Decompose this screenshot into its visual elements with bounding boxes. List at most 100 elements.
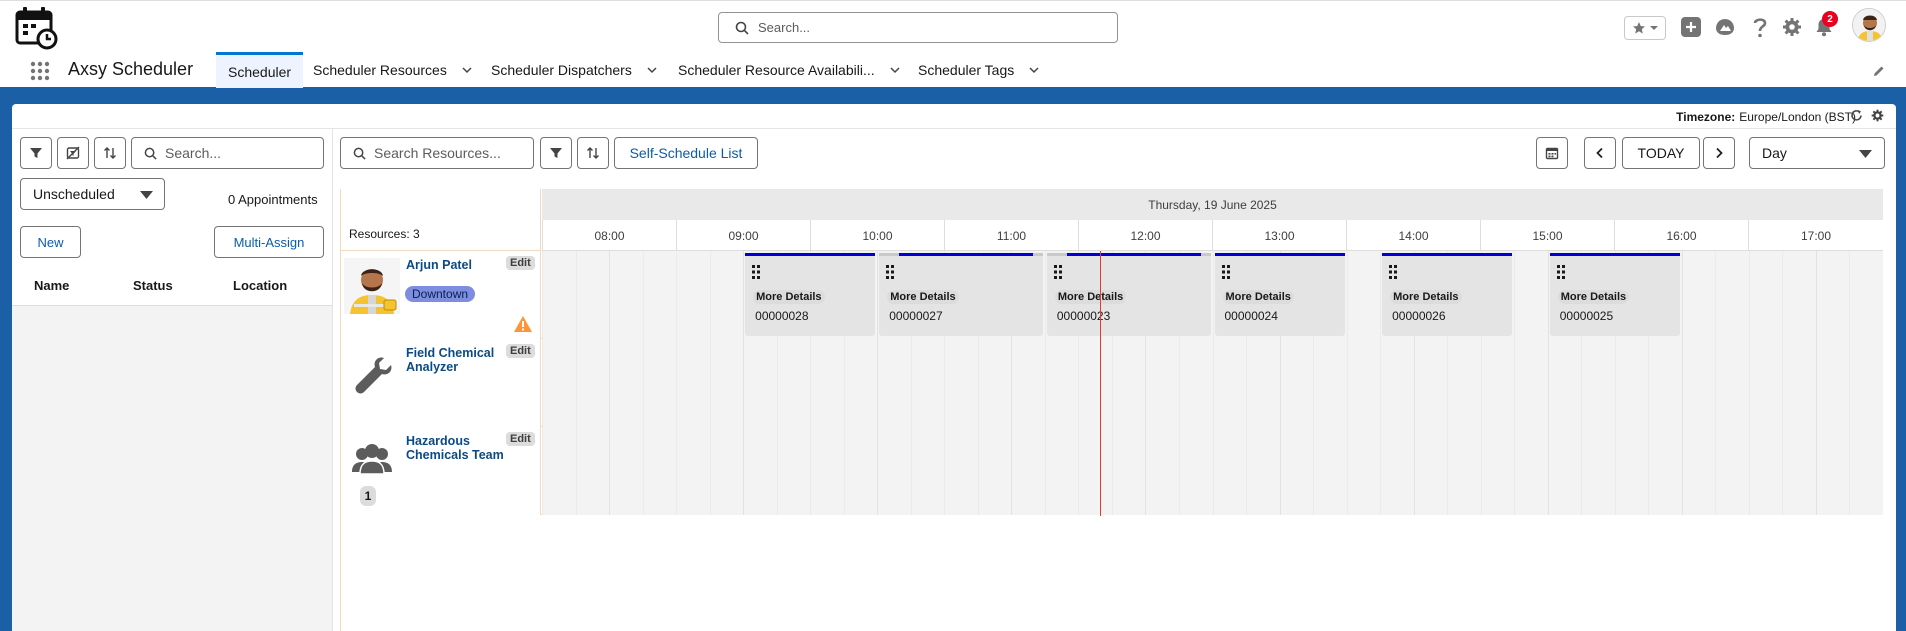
quarter-grid-line (1782, 251, 1784, 339)
gear-icon[interactable] (1871, 109, 1884, 122)
appointment-card[interactable]: More Details 00000024 (1214, 253, 1345, 336)
appointment-search-input[interactable]: Search... (131, 137, 324, 169)
hour-label: 13:00 (1212, 220, 1346, 251)
unscheduled-list (12, 305, 332, 631)
quarter-grid-line (776, 427, 778, 515)
appointment-number: 00000024 (1224, 309, 1278, 323)
favorites-button[interactable] (1624, 16, 1666, 40)
tab-scheduler[interactable]: Scheduler (216, 52, 304, 88)
appointment-card[interactable]: More Details 00000028 (745, 253, 876, 336)
tab-scheduler-resources[interactable]: Scheduler Resources (313, 52, 473, 88)
global-search-input[interactable]: Search... (718, 12, 1118, 43)
app-launcher-icon[interactable] (30, 61, 50, 81)
quarter-grid-line (1480, 427, 1482, 515)
notification-count-badge: 2 (1822, 11, 1838, 27)
quarter-grid-line (1581, 427, 1583, 515)
search-icon (735, 21, 749, 35)
edit-resource-button[interactable]: Edit (506, 432, 535, 446)
quarter-grid-line (1748, 427, 1750, 515)
drag-handle-icon[interactable] (1053, 265, 1062, 279)
quarter-grid-line (1581, 339, 1583, 427)
column-header-status[interactable]: Status (133, 278, 173, 293)
multi-assign-button[interactable]: Multi-Assign (214, 226, 324, 258)
more-details-button[interactable]: More Details (1054, 290, 1127, 304)
quarter-grid-line (676, 339, 678, 427)
edit-resource-button[interactable]: Edit (506, 344, 535, 358)
view-mode-select[interactable]: Day (1749, 137, 1885, 169)
quarter-grid-line (977, 339, 979, 427)
quarter-grid-line (810, 427, 812, 515)
hide-scheduled-button[interactable] (57, 137, 89, 169)
more-details-button[interactable]: More Details (1222, 290, 1294, 304)
resource-timeline-lane[interactable] (542, 427, 1883, 515)
help-button[interactable] (1749, 10, 1771, 44)
quarter-grid-line (1044, 427, 1046, 515)
next-day-button[interactable] (1703, 137, 1735, 169)
sort-button[interactable] (94, 137, 126, 169)
more-details-button[interactable]: More Details (1557, 290, 1630, 304)
date-picker-button[interactable] (1536, 137, 1568, 169)
appointment-card[interactable]: More Details 00000026 (1382, 253, 1513, 336)
quarter-grid-line (1782, 427, 1784, 515)
global-search-placeholder: Search... (758, 20, 811, 35)
chevron-down-icon[interactable] (461, 64, 473, 76)
quarter-grid-line (709, 427, 711, 515)
quarter-grid-line (1044, 339, 1046, 427)
appointment-card[interactable]: More Details 00000027 (879, 253, 1043, 336)
self-schedule-list-button[interactable]: Self-Schedule List (614, 137, 758, 169)
hour-grid-line (1815, 251, 1817, 339)
tab-scheduler-dispatchers[interactable]: Scheduler Dispatchers (491, 52, 658, 88)
resource-name[interactable]: Hazardous Chemicals Team (406, 434, 506, 462)
previous-day-button[interactable] (1584, 137, 1616, 169)
appointment-card[interactable]: More Details 00000023 (1046, 253, 1211, 336)
appointment-card[interactable]: More Details 00000025 (1549, 253, 1680, 336)
column-header-name[interactable]: Name (34, 278, 69, 293)
more-details-button[interactable]: More Details (1390, 290, 1462, 304)
tab-scheduler-resource-availability[interactable]: Scheduler Resource Availabili... (678, 52, 901, 88)
drag-handle-icon[interactable] (1389, 265, 1398, 279)
edit-nav-pencil-icon[interactable] (1872, 64, 1886, 78)
drag-handle-icon[interactable] (1556, 265, 1565, 279)
quarter-grid-line (1648, 427, 1650, 515)
hour-grid-line (1145, 339, 1147, 427)
tab-scheduler-tags[interactable]: Scheduler Tags (918, 52, 1040, 88)
resource-timeline-lane[interactable] (542, 339, 1883, 427)
resource-name[interactable]: Arjun Patel (406, 258, 506, 272)
appointment-filter-select[interactable]: Unscheduled (20, 178, 165, 210)
quarter-grid-line (1313, 339, 1315, 427)
quarter-grid-line (1715, 251, 1717, 339)
drag-handle-icon[interactable] (752, 265, 761, 279)
trailhead-button[interactable] (1713, 10, 1737, 44)
setup-button[interactable] (1781, 10, 1803, 44)
resource-cell: Field Chemical Analyzer Edit (341, 339, 541, 427)
resource-timeline-lane[interactable]: More Details 00000028 More Details 00000027… (542, 251, 1883, 339)
new-appointment-button[interactable]: New (20, 226, 81, 258)
quarter-grid-line (575, 427, 577, 515)
resource-sort-button[interactable] (577, 137, 609, 169)
resource-filter-button[interactable] (540, 137, 572, 169)
chevron-down-icon[interactable] (1028, 64, 1040, 76)
hour-grid-line (1547, 251, 1549, 339)
scheduler-calendar-icon[interactable] (14, 6, 60, 50)
column-header-location[interactable]: Location (233, 278, 287, 293)
drag-handle-icon[interactable] (1221, 265, 1230, 279)
more-details-button[interactable]: More Details (887, 290, 959, 304)
today-button[interactable]: TODAY (1622, 137, 1700, 169)
drag-handle-icon[interactable] (886, 265, 895, 279)
resource-name[interactable]: Field Chemical Analyzer (406, 346, 506, 374)
resource-row-arjun-patel: Arjun Patel Edit Downtown More Details 00… (341, 251, 1883, 339)
edit-resource-button[interactable]: Edit (506, 256, 535, 270)
warning-icon[interactable] (513, 315, 533, 333)
timezone-display: Timezone: Europe/London (BST) (1676, 110, 1856, 124)
refresh-icon[interactable] (1850, 109, 1863, 122)
resource-search-input[interactable]: Search Resources... (340, 137, 534, 169)
hour-label: 15:00 (1480, 220, 1614, 251)
resource-column-header: Resources: 3 (341, 189, 541, 251)
quarter-grid-line (1480, 339, 1482, 427)
more-details-button[interactable]: More Details (753, 290, 825, 304)
chevron-down-icon[interactable] (889, 64, 901, 76)
chevron-down-icon[interactable] (646, 64, 658, 76)
filter-button[interactable] (20, 137, 52, 169)
global-actions-button[interactable] (1680, 10, 1702, 44)
user-avatar[interactable] (1852, 8, 1886, 42)
